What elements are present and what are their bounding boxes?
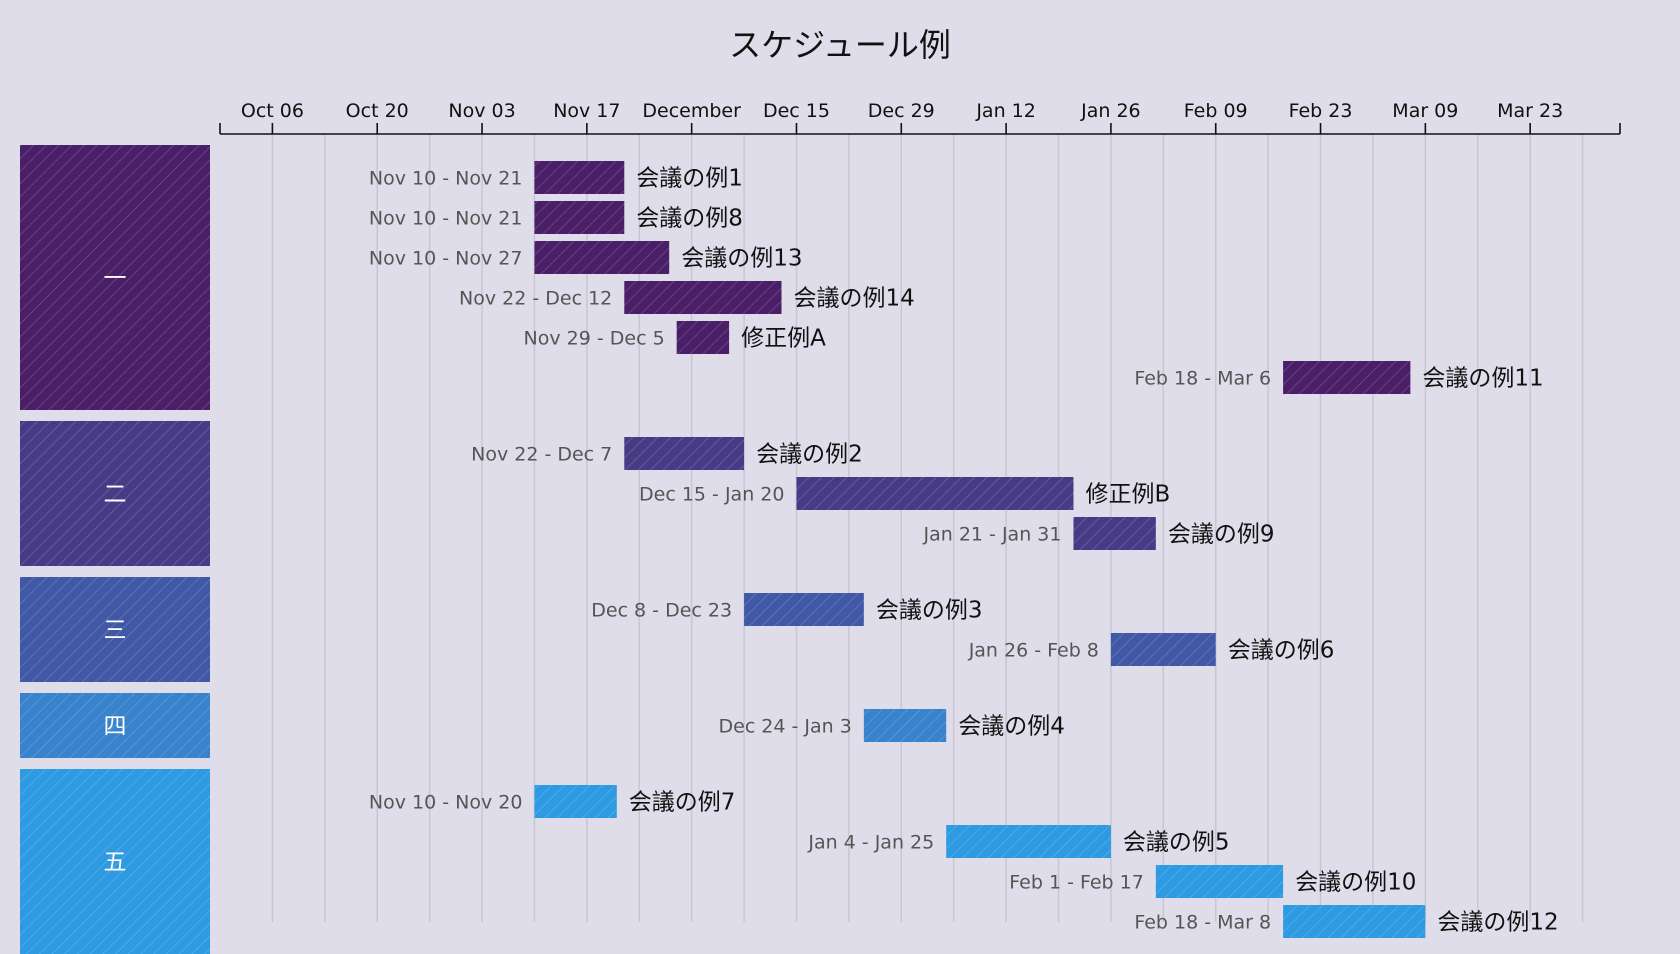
group-label: 一 — [104, 266, 127, 292]
task-bar — [1110, 633, 1216, 666]
task-bar — [946, 825, 1111, 858]
task-date-range: Dec 8 - Dec 23 — [591, 600, 732, 622]
task-bar — [534, 201, 625, 234]
axis-tick-label: Mar 23 — [1497, 100, 1563, 122]
axis-tick-label: Feb 09 — [1184, 100, 1248, 122]
task-date-range: Dec 15 - Jan 20 — [639, 484, 784, 506]
task-date-range: Nov 29 - Dec 5 — [524, 328, 665, 350]
axis-tick-label: Mar 09 — [1392, 100, 1458, 122]
task-name: 修正例B — [1085, 482, 1170, 508]
axis-tick-label: Feb 23 — [1289, 100, 1353, 122]
task-name: 会議の例5 — [1123, 830, 1230, 856]
task-name: 修正例A — [741, 326, 826, 352]
task-date-range: Jan 4 - Jan 25 — [807, 832, 934, 854]
axis-tick-label: Dec 29 — [868, 100, 935, 122]
task-bar — [624, 437, 745, 470]
task-date-range: Nov 22 - Dec 12 — [459, 288, 612, 310]
task-name: 会議の例6 — [1228, 638, 1335, 664]
axis-tick-label: Oct 20 — [346, 100, 409, 122]
group-label: 五 — [104, 850, 127, 876]
axis-tick-label: December — [642, 100, 741, 122]
task-date-range: Feb 18 - Mar 6 — [1134, 368, 1271, 390]
gantt-chart: スケジュール例 Oct 06 Oct 20 Nov 03 Nov 17 December… — [20, 26, 1621, 954]
time-axis: Oct 06 Oct 20 Nov 03 Nov 17 December Dec 15 De… — [219, 100, 1621, 135]
task-date-range: Nov 10 - Nov 27 — [369, 248, 523, 270]
group-sidebar: 一二三四五 — [20, 145, 210, 954]
task-bar — [1283, 905, 1426, 938]
task-date-range: Nov 22 - Dec 7 — [471, 444, 612, 466]
task-date-range: Nov 10 - Nov 20 — [369, 792, 523, 814]
task-name: 会議の例3 — [876, 598, 983, 624]
task-bar — [796, 477, 1074, 510]
task-bar — [1283, 361, 1411, 394]
task-name: 会議の例8 — [636, 206, 743, 232]
group-label: 二 — [104, 482, 127, 508]
task-bar — [744, 593, 864, 626]
task-bar — [534, 785, 617, 818]
chart-title: スケジュール例 — [729, 26, 951, 64]
task-bar — [676, 321, 730, 354]
task-name: 会議の例11 — [1422, 366, 1543, 392]
task-bar — [534, 161, 625, 194]
task-name: 会議の例1 — [636, 166, 743, 192]
task-name: 会議の例4 — [958, 714, 1065, 740]
task-bar — [863, 709, 947, 742]
task-bar — [1155, 865, 1284, 898]
task-bar — [624, 281, 782, 314]
task-date-range: Feb 1 - Feb 17 — [1009, 872, 1144, 894]
axis-tick-label: Jan 26 — [1080, 100, 1141, 122]
axis-tick-label: Oct 06 — [241, 100, 304, 122]
task-name: 会議の例2 — [756, 442, 863, 468]
task-name: 会議の例10 — [1295, 870, 1416, 896]
task-name: 会議の例7 — [629, 790, 736, 816]
task-name: 会議の例9 — [1168, 522, 1275, 548]
task-date-range: Jan 26 - Feb 8 — [968, 640, 1099, 662]
task-date-range: Feb 18 - Mar 8 — [1134, 912, 1271, 934]
task-name: 会議の例13 — [681, 246, 802, 272]
axis-tick-label: Nov 03 — [448, 100, 515, 122]
task-date-range: Nov 10 - Nov 21 — [369, 208, 523, 230]
task-date-range: Nov 10 - Nov 21 — [369, 168, 523, 190]
task-bars: Nov 10 - Nov 21 会議の例1 Nov 10 - Nov 21 会議の例8… — [369, 161, 1559, 938]
task-name: 会議の例12 — [1437, 910, 1558, 936]
axis-tick-label: Dec 15 — [763, 100, 830, 122]
task-bar — [534, 241, 670, 274]
axis-tick-label: Nov 17 — [553, 100, 620, 122]
group-label: 四 — [104, 714, 127, 740]
task-bar — [1073, 517, 1156, 550]
axis-tick-label: Jan 12 — [975, 100, 1036, 122]
task-date-range: Dec 24 - Jan 3 — [719, 716, 852, 738]
task-date-range: Jan 21 - Jan 31 — [923, 524, 1062, 546]
group-label: 三 — [104, 618, 127, 644]
task-name: 会議の例14 — [793, 286, 914, 312]
